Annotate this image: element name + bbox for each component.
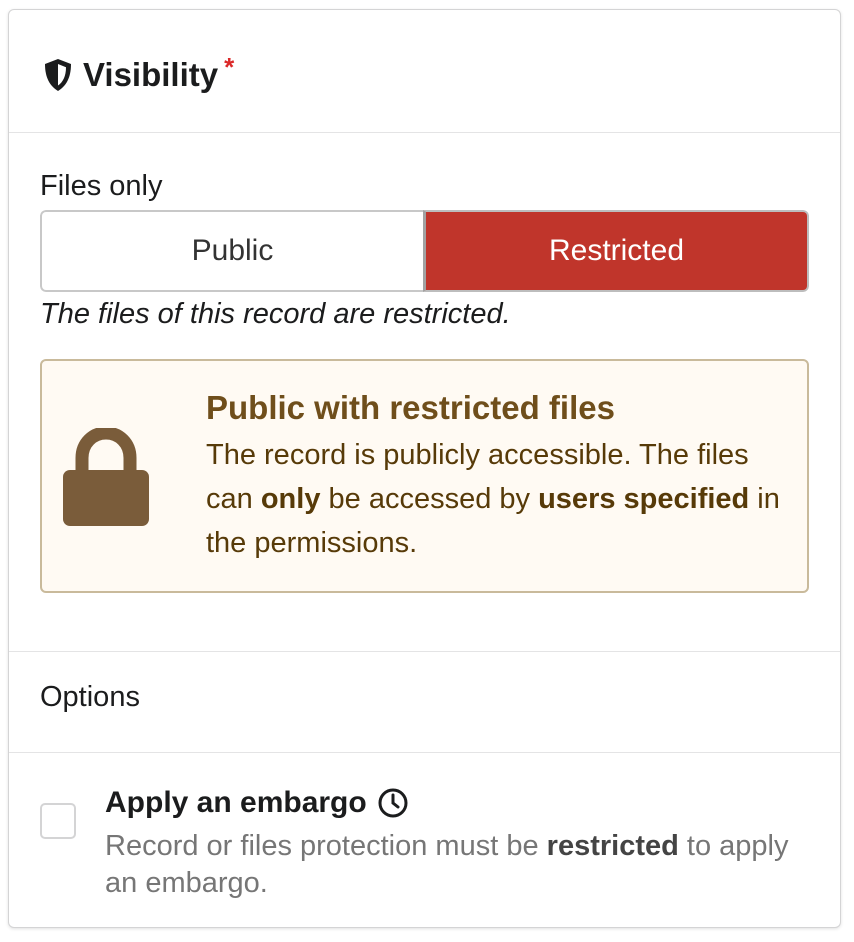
restricted-button[interactable]: Restricted [423,210,809,292]
lock-icon [63,428,149,526]
embargo-checkbox[interactable] [40,803,76,839]
files-only-label: Files only [40,170,163,202]
embargo-title-group: Apply an embargo [105,786,409,820]
options-label: Options [40,681,140,713]
files-visibility-toggle: Public Restricted [40,210,809,292]
visibility-message: Public with restricted files The record … [40,359,809,593]
title-group: Visibility * [43,52,234,94]
restricted-note: The files of this record are restricted. [40,298,511,330]
required-mark: * [224,51,235,82]
message-title: Public with restricted files [206,389,615,426]
embargo-description: Record or files protection must be restr… [105,830,789,899]
shield-icon [45,59,71,91]
files-section: Files only Public Restricted The files o… [9,132,840,652]
message-text: The record is publicly accessible. The f… [206,439,780,559]
options-section: Options [9,651,840,753]
public-button[interactable]: Public [40,210,423,292]
embargo-section: Apply an embargo Record or files protect… [9,752,840,929]
embargo-title[interactable]: Apply an embargo [105,786,367,820]
clock-icon [378,788,408,818]
card-header: Visibility * [9,10,840,133]
page-title: Visibility [83,56,219,93]
visibility-card: Visibility * Files only Public Restricte… [8,9,841,928]
